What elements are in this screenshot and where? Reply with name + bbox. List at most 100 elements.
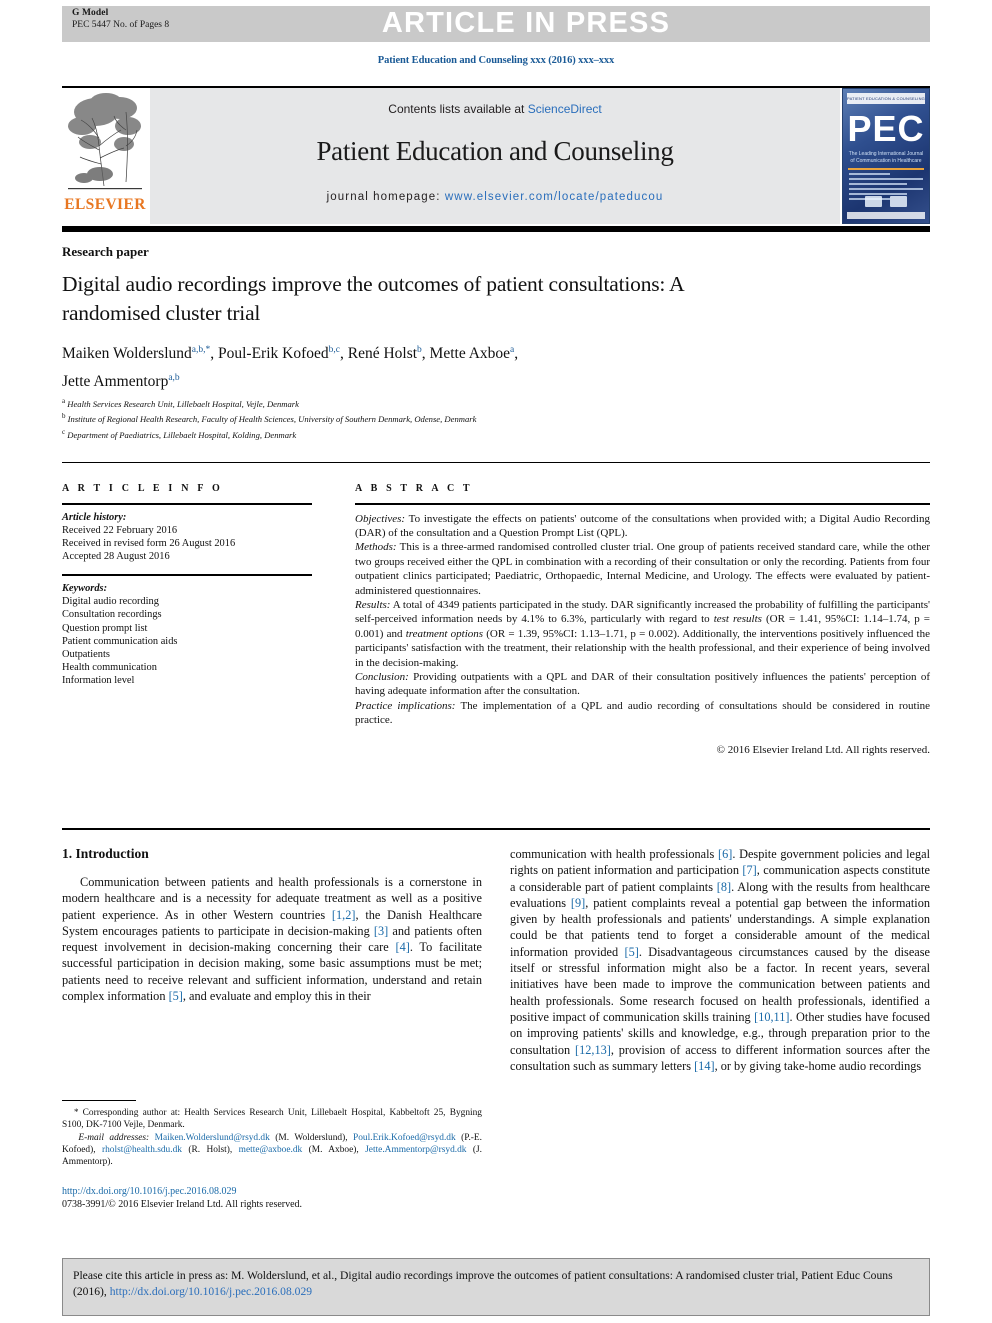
abstract-conclusion-label: Conclusion: (355, 671, 409, 684)
cite-article-box: Please cite this article in press as: M.… (62, 1258, 930, 1316)
contents-available-line: Contents lists available at ScienceDirec… (150, 102, 840, 116)
author-email-owner: (M. Axboe), (302, 1144, 366, 1155)
keywords-block: Keywords: Digital audio recording Consul… (62, 582, 312, 688)
author-affil-marker: b (417, 345, 422, 355)
body-column-left: 1. Introduction Communication between pa… (62, 846, 482, 1004)
citation-ref[interactable]: [3] (374, 924, 388, 938)
affiliation-text: Department of Paediatrics, Lillebaelt Ho… (67, 429, 297, 440)
abstract-results-italic-2: treatment options (405, 627, 484, 640)
author-name: Maiken Wolderslund (62, 345, 192, 363)
corresponding-author-text: Corresponding author at: Health Services… (62, 1108, 482, 1131)
author-entry: René Holstb (348, 345, 422, 362)
introduction-paragraph-right: communication with health professionals … (510, 846, 930, 1074)
author-name: Jette Ammentorp (62, 373, 169, 391)
article-in-press-title: ARTICLE IN PRESS (381, 7, 671, 39)
affiliation-marker: c (62, 427, 66, 436)
abstract-rule (355, 503, 930, 505)
paragraph-text: communication with health professionals (510, 847, 718, 861)
author-email-link[interactable]: Maiken.Wolderslund@rsyd.dk (155, 1133, 270, 1143)
author-email-link[interactable]: mette@axboe.dk (239, 1145, 303, 1155)
citation-ref[interactable]: [12,13] (575, 1043, 611, 1057)
affiliation-list: a Health Services Research Unit, Lilleba… (62, 395, 822, 441)
citation-ref[interactable]: [10,11] (754, 1010, 789, 1024)
affiliation-item: b Institute of Regional Health Research,… (62, 410, 822, 425)
email-addresses-note: E-mail addresses: Maiken.Wolderslund@rsy… (62, 1132, 482, 1169)
citation-ref[interactable]: [1,2] (332, 908, 356, 922)
introduction-paragraph-left: Communication between patients and healt… (62, 874, 482, 1004)
author-name: René Holst (347, 345, 418, 363)
citation-ref[interactable]: [9] (571, 896, 585, 910)
email-addresses-label: E-mail addresses: (62, 1132, 155, 1143)
cover-top-bar-text: PATIENT EDUCATION & COUNSELING (847, 96, 925, 101)
keyword-item: Question prompt list (62, 622, 148, 634)
paragraph-text: , or by giving take-home audio recording… (714, 1058, 922, 1073)
affiliation-marker: b (62, 412, 66, 421)
article-in-press-banner: G Model PEC 5447 No. of Pages 8 ARTICLE … (62, 6, 930, 42)
citation-ref[interactable]: [8] (717, 880, 731, 894)
author-email-link[interactable]: Jette.Ammentorp@rsyd.dk (365, 1145, 466, 1155)
article-info-heading: A R T I C L E I N F O (62, 483, 223, 494)
journal-homepage-link[interactable]: www.elsevier.com/locate/pateducou (445, 191, 663, 203)
citation-ref[interactable]: [7] (742, 863, 756, 877)
elsevier-logo: ELSEVIER (62, 88, 148, 224)
article-info-rule (62, 503, 312, 505)
author-email-owner: (R. Holst), (181, 1144, 239, 1155)
cover-divider (848, 168, 924, 170)
author-entry: Maiken Wolderslunda,b,* (62, 345, 210, 362)
cite-doi-link[interactable]: http://dx.doi.org/10.1016/j.pec.2016.08.… (110, 1285, 312, 1298)
paragraph-text: , and evaluate and employ this in their (182, 989, 371, 1004)
doi-link[interactable]: http://dx.doi.org/10.1016/j.pec.2016.08.… (62, 1185, 482, 1198)
author-name: Mette Axboe (429, 345, 511, 363)
abstract-copyright: © 2016 Elsevier Ireland Ltd. All rights … (716, 743, 930, 756)
paper-page: G Model PEC 5447 No. of Pages 8 ARTICLE … (0, 0, 992, 1323)
cite-article-text: Please cite this article in press as: M.… (73, 1268, 919, 1300)
author-name: Poul-Erik Kofoed (218, 345, 329, 363)
keyword-item: Digital audio recording (62, 596, 159, 608)
abstract-methods: Methods: This is a three-armed randomise… (355, 540, 930, 598)
abstract-objectives-text: To investigate the effects on patients' … (355, 512, 930, 539)
keyword-item: Consultation recordings (62, 609, 162, 621)
citation-ref[interactable]: [4] (395, 940, 409, 954)
abstract-practice: Practice implications: The implementatio… (355, 699, 930, 728)
abstract-methods-text: This is a three-armed randomised control… (355, 541, 930, 597)
author-email-link[interactable]: Poul.Erik.Kofoed@rsyd.dk (353, 1133, 456, 1143)
author-affil-marker: a (510, 345, 515, 355)
author-entry: Jette Ammentorpa,b (62, 373, 180, 390)
abstract-heading: A B S T R A C T (355, 483, 473, 494)
article-info-column: A R T I C L E I N F O Article history: R… (62, 483, 312, 688)
citation-ref[interactable]: [6] (718, 847, 732, 861)
author-list: Maiken Wolderslunda,b,*, Poul-Erik Kofoe… (62, 345, 519, 391)
abstract-conclusion-text: Providing outpatients with a QPL and DAR… (355, 671, 930, 698)
keyword-item: Information level (62, 675, 135, 687)
citation-ref[interactable]: [5] (624, 945, 638, 959)
abstract-methods-label: Methods: (355, 541, 397, 554)
citation-ref[interactable]: [5] (169, 989, 183, 1003)
cover-acronym: PEC (847, 108, 925, 149)
abstract-results-italic-1: test results (713, 613, 762, 626)
issn-copyright-line: 0738-3991/© 2016 Elsevier Ireland Ltd. A… (62, 1199, 303, 1210)
author-affil-marker: b,c (328, 345, 340, 355)
affiliation-text: Health Services Research Unit, Lillebael… (67, 398, 299, 409)
keywords-rule (62, 574, 312, 576)
footnote-divider (62, 1100, 136, 1101)
author-email-link[interactable]: rholst@health.sdu.dk (102, 1145, 182, 1155)
journal-masthead: ELSEVIER Contents lists available at Sci… (62, 88, 930, 224)
author-email-owner: (M. Wolderslund), (269, 1132, 354, 1143)
history-item: Received in revised form 26 August 2016 (62, 538, 236, 549)
sciencedirect-link[interactable]: ScienceDirect (528, 102, 602, 116)
abstract-objectives: Objectives: To investigate the effects o… (355, 512, 930, 541)
article-type-label: Research paper (62, 244, 149, 259)
doi-block: http://dx.doi.org/10.1016/j.pec.2016.08.… (62, 1185, 482, 1211)
author-affil-marker: a,b,* (191, 345, 211, 355)
corresponding-author-note: * Corresponding author at: Health Servic… (62, 1106, 482, 1132)
author-entry: Mette Axboea (430, 345, 515, 362)
cover-subtitle: The Leading International Journal of Com… (848, 151, 924, 164)
section-divider-top (62, 462, 930, 463)
history-item: Accepted 28 August 2016 (62, 551, 170, 563)
citation-ref[interactable]: [14] (694, 1059, 715, 1073)
cover-badges (843, 196, 929, 207)
affiliation-text: Institute of Regional Health Research, F… (67, 414, 477, 425)
page-title: Digital audio recordings improve the out… (62, 272, 684, 325)
masthead-rule-bottom (62, 226, 930, 232)
author-affil-marker: a,b (168, 373, 180, 384)
